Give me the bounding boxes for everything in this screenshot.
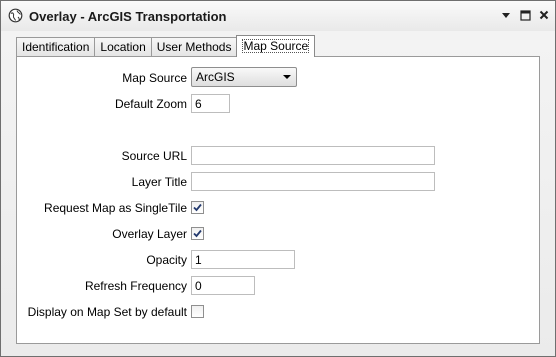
source-url-label: Source URL bbox=[121, 149, 187, 163]
map-source-label: Map Source bbox=[122, 71, 187, 85]
display-default-checkbox[interactable] bbox=[191, 305, 204, 318]
checkmark-icon bbox=[193, 203, 202, 212]
opacity-label: Opacity bbox=[146, 253, 187, 267]
tab-user-methods[interactable]: User Methods bbox=[150, 37, 238, 57]
refresh-frequency-label: Refresh Frequency bbox=[84, 279, 187, 293]
overlay-window: Overlay - ArcGIS Transportation Identifi… bbox=[0, 0, 556, 357]
map-source-panel: Map Source ArcGIS Default Zoom Source UR… bbox=[16, 56, 540, 344]
tab-label: User Methods bbox=[156, 40, 232, 54]
title-bar[interactable]: Overlay - ArcGIS Transportation bbox=[1, 1, 555, 31]
map-source-select[interactable]: ArcGIS bbox=[191, 67, 297, 87]
layer-title-input[interactable] bbox=[191, 172, 435, 191]
request-single-tile-checkbox[interactable] bbox=[191, 201, 204, 214]
source-url-input[interactable] bbox=[191, 146, 435, 165]
maximize-icon[interactable] bbox=[518, 8, 532, 22]
request-single-tile-label: Request Map as SingleTile bbox=[44, 201, 187, 215]
close-icon[interactable] bbox=[537, 8, 551, 22]
tab-map-source[interactable]: Map Source bbox=[236, 35, 316, 57]
default-zoom-input[interactable] bbox=[191, 94, 230, 113]
dropdown-arrow-icon[interactable] bbox=[499, 8, 513, 22]
chevron-down-icon bbox=[283, 75, 291, 79]
overlay-layer-checkbox[interactable] bbox=[191, 227, 204, 240]
tab-location[interactable]: Location bbox=[94, 37, 152, 57]
window-body: Identification Location User Methods Map… bbox=[10, 33, 546, 347]
display-default-label: Display on Map Set by default bbox=[27, 305, 187, 319]
tab-strip: Identification Location User Methods Map… bbox=[16, 35, 316, 57]
default-zoom-label: Default Zoom bbox=[114, 97, 187, 111]
tab-label: Map Source bbox=[242, 39, 310, 53]
opacity-input[interactable] bbox=[191, 250, 295, 269]
checkmark-icon bbox=[193, 229, 202, 238]
globe-icon bbox=[8, 8, 23, 23]
layer-title-label: Layer Title bbox=[131, 175, 187, 189]
tab-identification[interactable]: Identification bbox=[16, 37, 96, 57]
window-title: Overlay - ArcGIS Transportation bbox=[29, 9, 227, 24]
tab-label: Identification bbox=[22, 40, 90, 54]
map-source-value: ArcGIS bbox=[196, 70, 235, 84]
refresh-frequency-input[interactable] bbox=[191, 276, 255, 295]
tab-label: Location bbox=[100, 40, 146, 54]
overlay-layer-label: Overlay Layer bbox=[112, 227, 187, 241]
